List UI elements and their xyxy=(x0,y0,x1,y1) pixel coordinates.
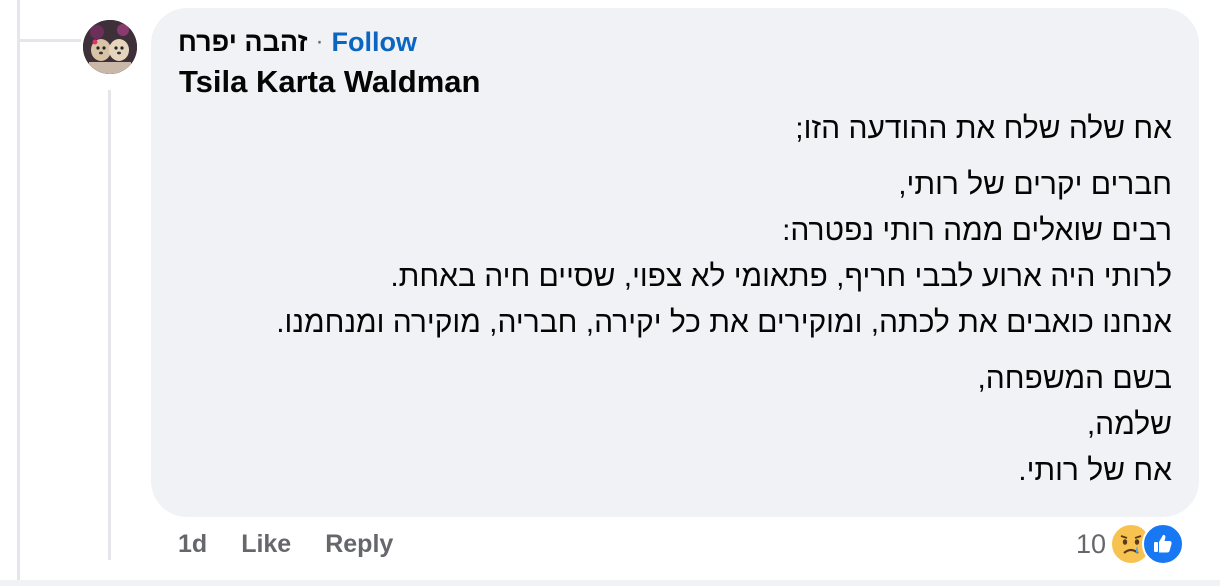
follow-button[interactable]: Follow xyxy=(331,27,416,58)
bottom-divider xyxy=(0,580,1220,586)
comment-line: בשם המשפחה, xyxy=(977,362,1172,395)
like-button[interactable]: Like xyxy=(241,530,291,559)
comment-line: חברים יקרים של רותי, xyxy=(898,168,1172,201)
reply-button[interactable]: Reply xyxy=(325,530,393,559)
comment-paragraph: אח שלה שלח את ההודעה הזו; xyxy=(172,106,1172,152)
comment-line: אח שלה שלח את ההודעה הזו; xyxy=(795,112,1172,145)
thread-line-main xyxy=(17,42,20,586)
comment-line: לרותי היה ארוע לבבי חריף, פתאומי לא צפוי… xyxy=(390,260,1172,293)
profile-subname: Tsila Karta Waldman xyxy=(179,64,481,99)
avatar-dogs-image xyxy=(83,20,137,74)
comment-actions: 1d Like Reply xyxy=(178,526,393,562)
like-icon xyxy=(1142,523,1185,565)
comment-author[interactable]: זהבה יפרח xyxy=(178,27,307,58)
comment-header: זהבה יפרח · Follow xyxy=(178,22,417,62)
comment-line: שלמה, xyxy=(1086,408,1172,441)
comment-line: רבים שואלים ממה רותי נפטרה: xyxy=(782,214,1172,247)
reply-thread-line xyxy=(108,90,111,560)
separator-dot: · xyxy=(315,28,324,55)
thread-line-top xyxy=(17,0,20,42)
reactions-summary[interactable]: 10 xyxy=(1076,523,1185,565)
comment-line: אח של רותי. xyxy=(1018,454,1172,487)
thread-line-branch xyxy=(17,39,81,42)
avatar[interactable] xyxy=(83,20,137,74)
comment-paragraph: בשם המשפחה, שלמה, אח של רותי. xyxy=(172,356,1172,494)
comment-text: אח שלה שלח את ההודעה הזו; חברים יקרים של… xyxy=(172,106,1172,504)
comment-line: אנחנו כואבים את לכתה, ומוקירים את כל יקי… xyxy=(276,306,1172,339)
comment-paragraph: חברים יקרים של רותי, רבים שואלים ממה רות… xyxy=(172,162,1172,346)
comment-timestamp[interactable]: 1d xyxy=(178,530,207,559)
reaction-count: 10 xyxy=(1076,528,1107,559)
